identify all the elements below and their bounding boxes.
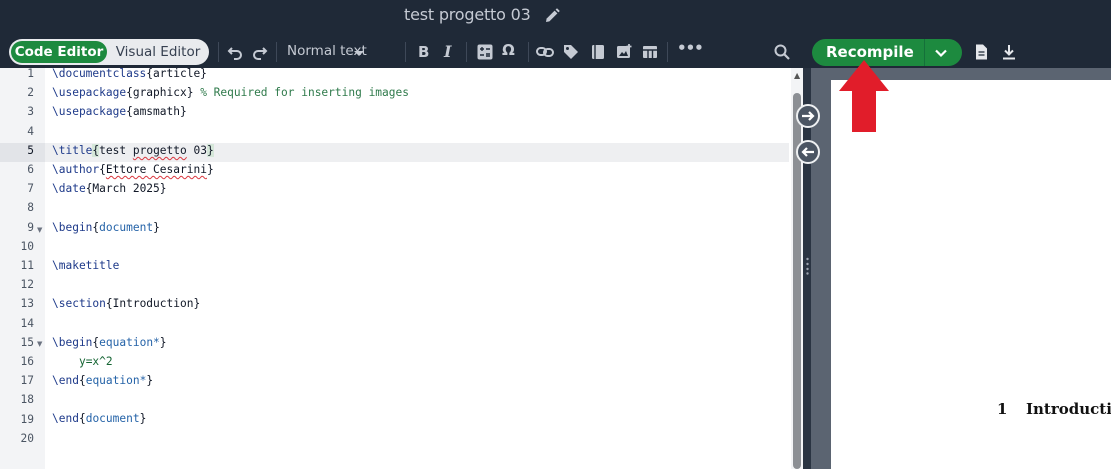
line-number: 3: [27, 105, 34, 119]
line-number: 9: [27, 220, 34, 234]
code-line[interactable]: \section{Introduction}: [52, 297, 200, 310]
scroll-up-icon[interactable]: ▲: [794, 71, 800, 80]
download-icon[interactable]: [1000, 43, 1018, 61]
line-number: 16: [20, 355, 34, 368]
toolbar-divider: [276, 42, 277, 62]
code-line[interactable]: \usepackage{graphicx} % Required for ins…: [52, 86, 409, 99]
bold-icon[interactable]: B: [414, 42, 432, 61]
section-title: Introducti: [1026, 400, 1111, 418]
toolbar-divider: [218, 42, 219, 62]
code-line[interactable]: \begin{document}: [52, 221, 160, 234]
code-line[interactable]: \maketitle: [52, 259, 119, 272]
toolbar-divider: [405, 42, 406, 62]
line-number: 7: [27, 182, 34, 196]
toolbar-divider: [466, 42, 467, 62]
math-icon[interactable]: [476, 43, 494, 61]
line-number: 8: [27, 201, 34, 215]
line-number: 5: [27, 143, 34, 157]
search-icon[interactable]: [773, 43, 791, 61]
fold-icon[interactable]: ▼: [37, 340, 42, 348]
pencil-icon[interactable]: [542, 6, 562, 26]
line-number: 2: [27, 86, 34, 100]
sync-to-code-button[interactable]: [796, 140, 820, 164]
line-number: 10: [20, 239, 34, 253]
line-number: 4: [27, 124, 34, 138]
toolbar-divider: [667, 42, 668, 62]
code-line[interactable]: \author{Ettore Cesarini}: [52, 163, 214, 176]
chevron-down-icon[interactable]: [352, 45, 366, 59]
code-editor[interactable]: 1 2 3 4 5 6 7 8 9 10 11 12 13 14 15 16 17 18 19 20 ▼ ▼ \doc…: [0, 67, 791, 469]
title-bar: test progetto 03: [0, 0, 1111, 34]
line-number: 15: [20, 335, 34, 349]
svg-text:B: B: [418, 43, 429, 60]
line-number: 11: [20, 259, 34, 272]
section-number: 1: [997, 400, 1008, 418]
figure-icon[interactable]: [615, 43, 633, 61]
project-title[interactable]: test progetto 03: [404, 5, 531, 24]
line-number: 18: [20, 393, 34, 407]
code-line[interactable]: y=x^2: [52, 355, 113, 368]
svg-text:I: I: [443, 42, 452, 60]
line-number: 20: [20, 431, 34, 445]
code-line[interactable]: \date{March 2025}: [52, 182, 167, 195]
code-line[interactable]: \documentclass{article}: [52, 67, 207, 80]
tag-icon[interactable]: [562, 43, 580, 61]
line-number: 19: [20, 412, 34, 426]
undo-icon[interactable]: [226, 43, 244, 61]
drag-handle-icon[interactable]: [806, 257, 809, 275]
toolbar-divider: [528, 42, 529, 62]
line-number: 17: [20, 374, 34, 388]
code-line[interactable]: \end{document}: [52, 412, 146, 425]
link-icon[interactable]: [536, 43, 554, 61]
code-line[interactable]: \begin{equation*}: [52, 336, 167, 349]
chevron-down-icon[interactable]: [933, 45, 949, 61]
omega-icon[interactable]: Ω: [502, 41, 515, 59]
redo-icon[interactable]: [251, 43, 269, 61]
code-editor-button[interactable]: Code Editor: [11, 41, 107, 63]
code-line[interactable]: \title{test progetto 03}: [52, 144, 214, 157]
line-number: 1: [27, 67, 34, 80]
document-icon[interactable]: [972, 43, 990, 61]
italic-icon[interactable]: I: [440, 42, 458, 61]
line-number: 13: [20, 297, 34, 311]
line-number: 6: [27, 163, 34, 176]
book-icon[interactable]: [589, 43, 607, 61]
more-icon[interactable]: •••: [677, 39, 704, 57]
sync-to-pdf-button[interactable]: [796, 104, 820, 128]
code-line[interactable]: \usepackage{amsmath}: [52, 105, 187, 118]
table-icon[interactable]: [641, 43, 659, 61]
line-number: 12: [20, 278, 34, 292]
visual-editor-button[interactable]: Visual Editor: [110, 41, 206, 63]
fold-icon[interactable]: ▼: [37, 226, 42, 234]
red-annotation-arrow-icon: [838, 58, 890, 134]
code-line[interactable]: \end{equation*}: [52, 374, 153, 387]
recompile-divider: [924, 39, 925, 66]
line-number: 14: [20, 316, 34, 330]
